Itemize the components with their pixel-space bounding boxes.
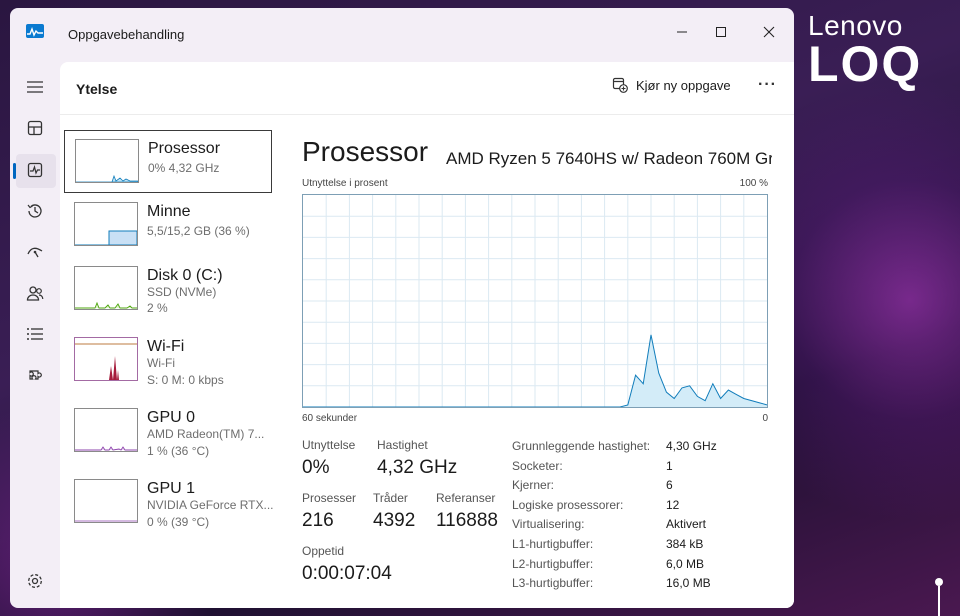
window-title: Oppgavebehandling xyxy=(68,27,185,42)
sidebar xyxy=(10,60,60,608)
processes-icon[interactable] xyxy=(24,117,46,139)
spec-key: Grunnleggende hastighet: xyxy=(512,439,651,453)
device-thumbnail xyxy=(74,202,138,246)
processor-detail: Prosessor AMD Ryzen 5 7640HS w/ Radeon 7… xyxy=(302,124,782,604)
graph-label-top-left: Utnyttelse i prosent xyxy=(302,178,388,189)
spec-key: L3-hurtigbuffer: xyxy=(512,576,594,591)
device-name: Minne xyxy=(147,203,191,220)
title-bar: Oppgavebehandling xyxy=(10,8,794,60)
device-name: Wi-Fi xyxy=(147,338,185,355)
device-name: Disk 0 (C:) xyxy=(147,267,223,284)
handles-label: Referanser xyxy=(436,491,496,505)
spec-key: L2-hurtigbuffer: xyxy=(512,556,594,571)
device-thumbnail xyxy=(74,408,138,452)
device-thumbnail xyxy=(75,139,139,183)
device-name: GPU 0 xyxy=(147,409,196,426)
users-icon[interactable] xyxy=(24,282,46,304)
startup-apps-icon[interactable] xyxy=(24,241,46,263)
utilization-value: 0% xyxy=(302,457,330,478)
performance-icon[interactable] xyxy=(24,159,46,181)
services-icon[interactable] xyxy=(24,364,46,386)
device-stat-secondary: 2 % xyxy=(147,301,168,315)
spec-key: Logiske prosessorer: xyxy=(512,497,624,512)
spec-value: 6 xyxy=(666,478,673,493)
graph-label-bottom-right: 0 xyxy=(762,413,768,424)
device-name: Prosessor xyxy=(148,140,221,157)
speed-label: Hastighet xyxy=(377,438,428,452)
close-icon xyxy=(763,26,775,38)
processor-model: AMD Ryzen 5 7640HS w/ Radeon 760M Gra... xyxy=(446,149,772,168)
threads-label: Tråder xyxy=(373,491,408,505)
processes-label: Prosesser xyxy=(302,491,357,505)
device-item-disk[interactable]: Disk 0 (C:) SSD (NVMe) 2 % xyxy=(64,258,272,321)
brand-logo: Lenovo LOQ xyxy=(808,10,922,90)
device-stat: AMD Radeon(TM) 7... xyxy=(147,427,265,441)
app-history-icon[interactable] xyxy=(24,200,46,222)
device-stat: 0% 4,32 GHz xyxy=(148,161,220,175)
graph-label-top-right: 100 % xyxy=(739,178,768,189)
spec-key: Virtualisering: xyxy=(512,517,585,532)
details-icon[interactable] xyxy=(24,323,46,345)
utilization-label: Utnyttelse xyxy=(302,438,356,452)
pane-header: Ytelse Kjør ny oppgave ··· xyxy=(60,62,794,115)
run-task-label: Kjør ny oppgave xyxy=(636,77,731,93)
processes-value: 216 xyxy=(302,510,334,531)
spec-key: Kjerner: xyxy=(512,478,555,493)
device-stat-secondary: 0 % (39 °C) xyxy=(147,515,210,529)
page-title: Ytelse xyxy=(76,81,118,97)
detail-title: Prosessor xyxy=(302,136,429,167)
spec-value: 12 xyxy=(666,497,680,512)
device-name: GPU 1 xyxy=(147,480,196,497)
device-thumbnail xyxy=(74,266,138,310)
spec-key: L1-hurtigbuffer: xyxy=(512,537,594,551)
device-stat: SSD (NVMe) xyxy=(147,285,217,299)
device-stat-secondary: S: 0 M: 0 kbps xyxy=(147,373,224,387)
nav-active-indicator xyxy=(13,163,16,179)
device-stat: NVIDIA GeForce RTX... xyxy=(147,498,274,512)
spec-value: 6,0 MB xyxy=(666,556,705,571)
hamburger-icon[interactable] xyxy=(24,76,46,98)
spec-key: Socketer: xyxy=(512,458,563,473)
run-task-icon xyxy=(612,77,628,93)
spec-value: 16,0 MB xyxy=(666,576,711,591)
speed-value: 4,32 GHz xyxy=(377,457,458,478)
spec-value: 4,30 GHz xyxy=(666,439,717,453)
graph-label-bottom-left: 60 sekunder xyxy=(302,413,358,424)
handles-value: 116888 xyxy=(436,510,498,531)
uptime-value: 0:00:07:04 xyxy=(302,563,392,584)
scroll-track xyxy=(938,586,940,616)
maximize-button[interactable] xyxy=(707,18,735,46)
close-button[interactable] xyxy=(755,18,783,46)
minimize-button[interactable] xyxy=(668,18,696,46)
cpu-utilization-graph xyxy=(302,194,768,408)
device-item-wifi[interactable]: Wi-Fi Wi-Fi S: 0 M: 0 kbps xyxy=(64,329,272,392)
run-new-task-button[interactable]: Kjør ny oppgave xyxy=(612,77,731,93)
more-options-button[interactable]: ··· xyxy=(758,76,777,94)
settings-icon[interactable] xyxy=(24,570,46,592)
device-item-gpu0[interactable]: GPU 0 AMD Radeon(TM) 7... 1 % (36 °C) xyxy=(64,400,272,463)
threads-value: 4392 xyxy=(373,510,416,531)
device-stat: 5,5/15,2 GB (36 %) xyxy=(147,224,250,238)
maximize-icon xyxy=(716,27,726,37)
spec-value: 1 xyxy=(666,458,673,473)
spec-value: 384 kB xyxy=(666,537,704,551)
scroll-handle[interactable] xyxy=(935,578,943,586)
brand-line2: LOQ xyxy=(808,36,923,92)
task-manager-app-icon xyxy=(26,24,44,38)
device-stat: Wi-Fi xyxy=(147,356,175,370)
device-thumbnail xyxy=(74,479,138,523)
minimize-icon xyxy=(677,31,687,33)
spec-value: Aktivert xyxy=(666,517,707,532)
device-item-processor[interactable]: Prosessor 0% 4,32 GHz xyxy=(64,130,272,193)
device-thumbnail xyxy=(74,337,138,381)
task-manager-window: Oppgavebehandling Ytelse Kjør ny oppgave… xyxy=(10,8,794,608)
device-stat-secondary: 1 % (36 °C) xyxy=(147,444,210,458)
device-item-gpu1[interactable]: GPU 1 NVIDIA GeForce RTX... 0 % (39 °C) xyxy=(64,471,274,534)
device-item-memory[interactable]: Minne 5,5/15,2 GB (36 %) xyxy=(64,194,272,257)
uptime-label: Oppetid xyxy=(302,544,345,558)
performance-pane: Ytelse Kjør ny oppgave ··· Prosessor 0% … xyxy=(60,62,794,608)
